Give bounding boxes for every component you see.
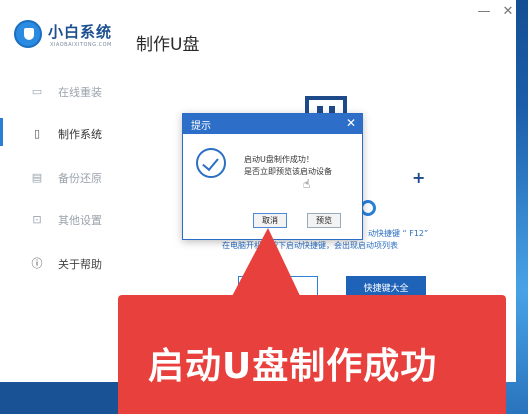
- cancel-button[interactable]: 取消: [253, 213, 287, 228]
- logo-name: 小白系统: [48, 23, 113, 41]
- sidebar-item-about-help[interactable]: ⓘ 关于帮助: [0, 252, 130, 276]
- preview-button[interactable]: 预览: [307, 213, 341, 228]
- dialog-titlebar: 提示 ✕: [183, 114, 362, 134]
- sidebar-item-other-settings[interactable]: ⊡ 其他设置: [0, 208, 130, 232]
- hotkey-hint: 动快捷键 “ F12”: [368, 229, 429, 238]
- sidebar-item-make-system[interactable]: ▯ 制作系统: [0, 122, 130, 146]
- success-banner: 启动U盘制作成功: [118, 295, 506, 414]
- banner-text: 启动U盘制作成功: [148, 346, 438, 387]
- logo-subtitle: XIAOBAIXITONG.COM: [50, 42, 112, 48]
- page-title: 制作U盘: [136, 35, 200, 55]
- dialog-message: 启动U盘制作成功！: [244, 155, 314, 164]
- dialog-close-icon[interactable]: ✕: [346, 116, 356, 130]
- hand-cursor-icon: ☝: [303, 177, 311, 191]
- briefcase-icon: ⊡: [32, 213, 42, 226]
- sidebar-item-label: 备份还原: [58, 172, 102, 185]
- info-icon: ⓘ: [31, 257, 43, 270]
- sidebar-item-online-reinstall[interactable]: ▭ 在线重装: [0, 80, 130, 104]
- dialog-title: 提示: [191, 121, 211, 132]
- usb-icon: ▯: [33, 127, 41, 140]
- plus-icon: +: [412, 168, 426, 187]
- monitor-icon: ▭: [31, 85, 43, 98]
- boot-hint: 在电脑开机时按下启动快捷键，会出现启动项列表: [222, 241, 398, 250]
- close-button[interactable]: ✕: [500, 4, 516, 19]
- success-dialog: 提示 ✕ 启动U盘制作成功！ 是否立即预览该启动设备 ☝ 取消 预览: [182, 113, 363, 240]
- sidebar-item-label: 关于帮助: [58, 258, 102, 271]
- sidebar-item-backup-restore[interactable]: ▤ 备份还原: [0, 166, 130, 190]
- minimize-button[interactable]: —: [476, 4, 492, 19]
- backup-icon: ▤: [31, 171, 43, 184]
- taskbar: [0, 382, 118, 414]
- sidebar: 小白系统 XIAOBAIXITONG.COM ▭ 在线重装 ▯ 制作系统 ▤ 备…: [0, 0, 130, 382]
- sidebar-item-label: 其他设置: [58, 214, 102, 227]
- sidebar-item-label: 在线重装: [58, 86, 102, 99]
- logo-icon: [14, 20, 42, 48]
- dialog-question: 是否立即预览该启动设备: [244, 167, 332, 176]
- sidebar-item-label: 制作系统: [58, 128, 102, 141]
- check-circle-icon: [196, 148, 226, 178]
